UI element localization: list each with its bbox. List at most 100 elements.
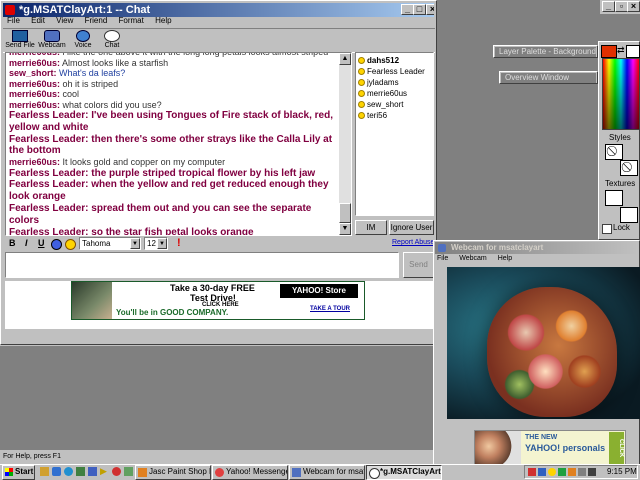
italic-button[interactable]: I [25, 238, 28, 248]
chat-message-user[interactable]: Fearless Leader: [9, 179, 89, 190]
im-button[interactable]: IM [355, 220, 387, 235]
menu-webcam[interactable]: Webcam [459, 255, 487, 262]
voice-button[interactable]: Voice [69, 30, 97, 49]
textures-foreground-icon[interactable] [605, 190, 623, 206]
menu-friend[interactable]: Friend [85, 16, 108, 25]
chevron-down-icon[interactable]: ▼ [130, 238, 140, 249]
chat-message-text: What's da leafs? [59, 68, 126, 78]
chat-log[interactable]: merrie60us: i like the one above it with… [5, 52, 352, 236]
menu-file[interactable]: File [437, 255, 448, 262]
chat-message-user[interactable]: merrie60us: [9, 79, 60, 89]
close-icon[interactable]: × [627, 1, 640, 12]
yahoo-store-ad[interactable]: Take a 30-day FREE Test Drive! CLICK HER… [71, 281, 365, 320]
chat-message-user[interactable]: merrie60us: [9, 58, 60, 68]
ignore-user-button[interactable]: Ignore User [389, 220, 434, 235]
message-input[interactable] [5, 252, 399, 278]
webcam-button[interactable]: Webcam [37, 30, 67, 49]
clock[interactable]: 9:15 PM [607, 467, 637, 476]
member-item[interactable]: jyladams [356, 77, 433, 88]
tray-icon[interactable] [578, 468, 586, 476]
chat-message-user[interactable]: Fearless Leader: [9, 227, 89, 235]
chat-message-user[interactable]: Fearless Leader: [9, 134, 89, 145]
member-item[interactable]: teri56 [356, 110, 433, 121]
ad-take-tour[interactable]: TAKE A TOUR [310, 306, 350, 312]
report-abuse-link[interactable]: Report Abuse [392, 239, 434, 246]
minimize-icon[interactable]: _ [602, 1, 615, 12]
menu-file[interactable]: File [7, 16, 20, 25]
swap-colors-icon[interactable]: ⇄ [617, 45, 625, 56]
styles-background-icon[interactable]: ⃠ [620, 160, 638, 176]
taskbar-item-webcam[interactable]: Webcam for msat... [289, 465, 365, 480]
quick-launch-icon[interactable] [64, 467, 73, 476]
member-item[interactable]: dahs512 [356, 55, 433, 66]
taskbar-item-yahoo-messenger[interactable]: Yahoo! Messenger [212, 465, 288, 480]
tray-icon[interactable] [528, 468, 536, 476]
chat-message-user[interactable]: merrie60us: [9, 157, 60, 167]
chat-message-user[interactable]: sew_short: [9, 68, 57, 78]
start-button[interactable]: Start [2, 465, 35, 480]
quick-launch: ▶ [38, 466, 134, 479]
chevron-down-icon[interactable]: ▼ [157, 238, 167, 249]
quick-launch-icon[interactable] [88, 467, 97, 476]
quick-launch-icon[interactable]: ▶ [100, 466, 107, 477]
member-list[interactable]: dahs512 Fearless Leader jyladams merrie6… [355, 52, 434, 216]
status-bar: For Help, press F1 [0, 450, 437, 464]
member-item[interactable]: sew_short [356, 99, 433, 110]
volume-icon[interactable] [588, 468, 596, 476]
chat-message-user[interactable]: merrie60us: [9, 100, 60, 110]
tray-icon[interactable] [558, 468, 566, 476]
quick-launch-icon[interactable] [112, 467, 121, 476]
lock-checkbox[interactable] [602, 224, 612, 234]
foreground-color-swatch[interactable] [601, 45, 617, 58]
scroll-thumb[interactable] [339, 203, 351, 223]
menu-format[interactable]: Format [119, 16, 144, 25]
member-item[interactable]: merrie60us [356, 88, 433, 99]
chat-scrollbar[interactable]: ▲ ▼ [339, 53, 351, 235]
menu-edit[interactable]: Edit [31, 16, 45, 25]
quick-launch-icon[interactable] [40, 467, 49, 476]
chat-message-user[interactable]: merrie60us: [9, 89, 60, 99]
layer-palette-bar[interactable]: Layer Palette - Background [493, 45, 598, 58]
personals-click[interactable]: CLICK [609, 432, 624, 464]
chat-message-text: It looks gold and copper on my computer [62, 157, 226, 168]
color-spectrum[interactable] [602, 58, 640, 130]
color-picker-icon[interactable] [51, 239, 62, 250]
underline-button[interactable]: U [38, 238, 45, 248]
taskbar-item-paint-shop[interactable]: Jasc Paint Shop P... [135, 465, 211, 480]
menu-view[interactable]: View [56, 16, 73, 25]
chat-label: Chat [104, 42, 120, 49]
chat-message-user[interactable]: Fearless Leader: [9, 168, 89, 179]
quick-launch-icon[interactable] [124, 467, 133, 476]
yahoo-personals-ad[interactable]: THE NEW YAHOO! personals CLICK [474, 430, 626, 466]
font-select[interactable]: Tahoma ▼ [79, 237, 141, 250]
tray-icon[interactable] [548, 468, 556, 476]
textures-background-icon[interactable] [620, 207, 638, 223]
member-item[interactable]: Fearless Leader [356, 66, 433, 77]
menu-help[interactable]: Help [155, 16, 171, 25]
attention-icon[interactable]: ! [177, 237, 181, 249]
chat-message-user[interactable]: Fearless Leader: [9, 110, 89, 121]
close-icon[interactable]: × [426, 4, 434, 15]
styles-foreground-icon[interactable]: ⃠ [605, 144, 623, 160]
size-select[interactable]: 12 ▼ [144, 237, 168, 250]
menu-help[interactable]: Help [498, 255, 512, 262]
taskbar-item-chat[interactable]: *g.MSATClayArt... [366, 465, 442, 480]
chat-message-user[interactable]: merrie60us: [9, 53, 60, 57]
chat-message-user[interactable]: Fearless Leader: [9, 203, 89, 214]
send-button[interactable]: Send [403, 252, 434, 278]
tray-icon[interactable] [568, 468, 576, 476]
bold-button[interactable]: B [9, 238, 16, 248]
scroll-down-icon[interactable]: ▼ [339, 223, 351, 235]
overview-window-bar[interactable]: Overview Window [499, 71, 598, 84]
chat-message: Fearless Leader: when the yellow and red… [9, 179, 339, 203]
background-color-swatch[interactable] [626, 45, 640, 58]
chat-button[interactable]: Chat [99, 30, 125, 49]
quick-launch-icon[interactable] [52, 467, 61, 476]
quick-launch-icon[interactable] [76, 467, 85, 476]
member-name: sew_short [367, 100, 404, 109]
tray-icon[interactable] [538, 468, 546, 476]
maximize-icon[interactable]: □ [413, 4, 426, 15]
smiley-icon[interactable] [65, 239, 76, 250]
scroll-up-icon[interactable]: ▲ [339, 53, 351, 65]
send-file-button[interactable]: Send File [5, 30, 35, 49]
